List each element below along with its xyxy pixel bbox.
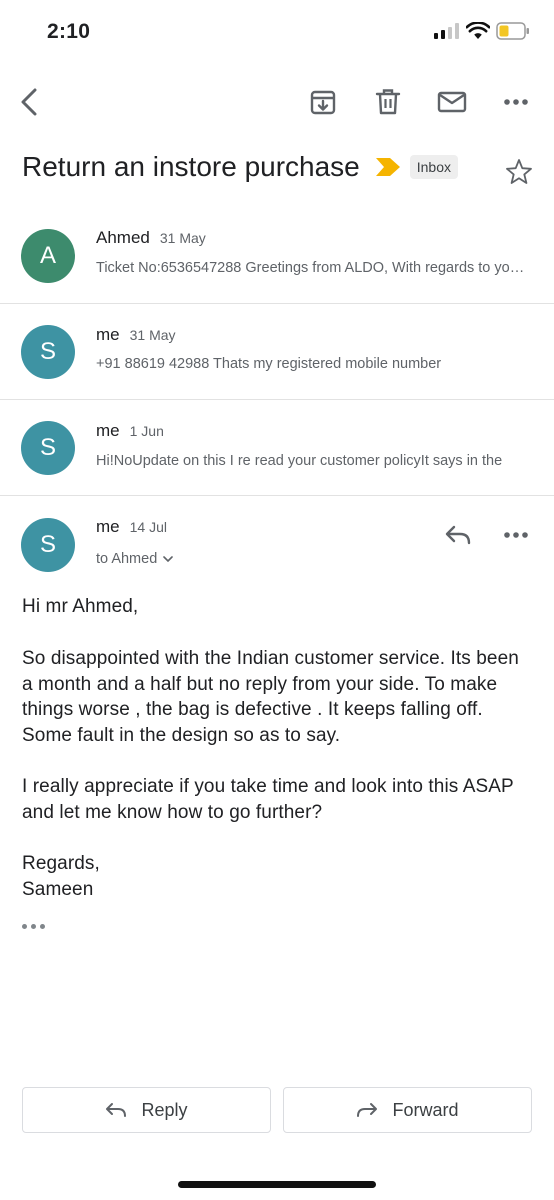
- recipient-label: to Ahmed: [96, 551, 158, 567]
- message-snippet: Hi!NoUpdate on this I re read your custo…: [96, 453, 503, 469]
- inbox-label[interactable]: Inbox: [409, 155, 458, 179]
- toolbar: [0, 78, 554, 126]
- avatar: A: [21, 229, 75, 283]
- forward-button[interactable]: Forward: [283, 1087, 532, 1133]
- reply-icon-button[interactable]: [434, 511, 482, 559]
- reply-label: Reply: [141, 1099, 188, 1120]
- body-greeting: Hi mr Ahmed,: [22, 596, 139, 617]
- message-date: 31 May: [159, 230, 206, 246]
- star-icon[interactable]: [504, 157, 534, 187]
- reply-icon: [106, 1103, 127, 1117]
- body-paragraph: So disappointed with the Indian customer…: [22, 648, 519, 746]
- mark-unread-button[interactable]: [428, 78, 476, 126]
- subject-row: Return an instore purchase Inbox: [22, 145, 532, 189]
- message-date: 31 May: [129, 327, 176, 343]
- back-arrow-icon: [21, 88, 37, 116]
- show-trimmed-content-button[interactable]: [22, 918, 48, 934]
- avatar: S: [21, 325, 75, 379]
- message-item[interactable]: S me 31 May +91 88619 42988 Thats my regi…: [0, 304, 554, 400]
- more-options-button[interactable]: [492, 78, 540, 126]
- forward-icon: [357, 1103, 378, 1117]
- importance-marker-icon[interactable]: [375, 158, 400, 176]
- reply-icon: [445, 525, 471, 545]
- more-horizontal-icon: [504, 532, 528, 538]
- sender-name: me: [96, 517, 120, 536]
- archive-icon: [310, 90, 336, 115]
- wifi-icon: [466, 22, 490, 39]
- sender-line: me 1 Jun: [96, 421, 164, 441]
- sender-name: Ahmed: [96, 228, 150, 247]
- recipient-details-toggle[interactable]: to Ahmed: [96, 551, 174, 567]
- sender-line: me 14 Jul: [96, 517, 167, 537]
- status-time: 2:10: [47, 20, 91, 43]
- message-date: 1 Jun: [129, 423, 164, 439]
- battery-icon: [496, 22, 529, 40]
- avatar: S: [21, 421, 75, 475]
- sender-name: me: [96, 325, 120, 344]
- message-date: 14 Jul: [129, 519, 167, 535]
- chevron-down-icon: [163, 555, 174, 562]
- trash-icon: [375, 89, 401, 115]
- message-item[interactable]: A Ahmed 31 May Ticket No:6536547288 Greet…: [0, 207, 554, 304]
- message-more-button[interactable]: [492, 511, 540, 559]
- home-indicator[interactable]: [178, 1181, 376, 1188]
- reply-button[interactable]: Reply: [22, 1087, 271, 1133]
- body-closing: Regards,: [22, 853, 100, 874]
- message-item[interactable]: S me 1 Jun Hi!NoUpdate on this I re read …: [0, 400, 554, 496]
- sender-name: me: [96, 421, 120, 440]
- archive-button[interactable]: [299, 78, 347, 126]
- cellular-signal-icon: [434, 23, 459, 39]
- avatar: S: [21, 518, 75, 572]
- thread-subject: Return an instore purchase: [22, 151, 360, 182]
- more-horizontal-icon: [504, 99, 528, 105]
- message-snippet: +91 88619 42988 Thats my registered mobi…: [96, 356, 442, 372]
- body-signature: Sameen: [22, 879, 94, 900]
- delete-button[interactable]: [364, 78, 412, 126]
- message-snippet: Ticket No:6536547288 Greetings from ALDO…: [96, 260, 526, 276]
- forward-label: Forward: [392, 1099, 459, 1120]
- sender-line: me 31 May: [96, 325, 176, 345]
- mail-icon: [437, 91, 467, 113]
- status-icons: [434, 22, 530, 40]
- sender-line: Ahmed 31 May: [96, 228, 206, 248]
- status-bar: 2:10: [0, 0, 554, 66]
- back-button[interactable]: [6, 78, 54, 126]
- body-paragraph: I really appreciate if you take time and…: [22, 776, 514, 823]
